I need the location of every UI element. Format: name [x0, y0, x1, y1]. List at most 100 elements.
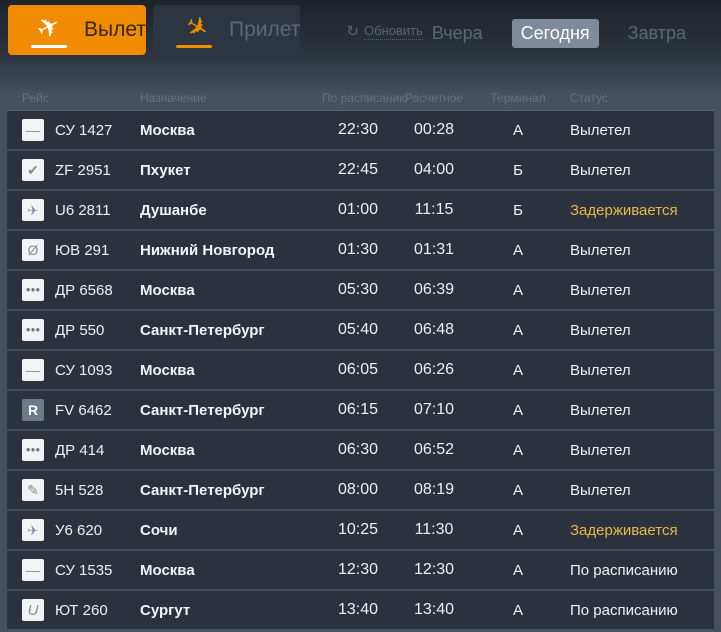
column-header-1: Назначение: [140, 91, 322, 105]
airline-logo-icon: —: [22, 559, 44, 581]
terminal: А: [474, 242, 562, 259]
table-row: ✈ У6 620 Сочи 10:25 11:30 А Задерживаетс…: [7, 511, 714, 549]
date-tab-0[interactable]: Вчера: [423, 19, 492, 48]
flight-number: FV 6462: [55, 402, 112, 419]
flight-number: ЮВ 291: [55, 242, 109, 259]
scheduled-time: 22:30: [322, 121, 394, 139]
terminal: А: [474, 322, 562, 339]
date-tab-1[interactable]: Сегодня: [512, 19, 599, 48]
table-row: ✎ 5Н 528 Санкт-Петербург 08:00 08:19 А В…: [7, 471, 714, 509]
status: Вылетел: [562, 162, 706, 179]
terminal: А: [474, 522, 562, 539]
destination: Москва: [140, 282, 322, 299]
scheduled-time: 06:05: [322, 361, 394, 379]
destination: Санкт-Петербург: [140, 482, 322, 499]
flight-board: ✈ Вылет ✈ Прилет ↻ Обновить Вчера Сегодня…: [0, 0, 721, 632]
table-row: ●●● ДР 550 Санкт-Петербург 05:40 06:48 А…: [7, 311, 714, 349]
scheduled-time: 12:30: [322, 561, 394, 579]
airline-logo-icon: —: [22, 359, 44, 381]
estimated-time: 01:31: [394, 241, 474, 259]
status: Вылетел: [562, 242, 706, 259]
refresh-icon: ↻: [346, 24, 359, 39]
status: По расписанию: [562, 562, 706, 579]
refresh-label: Обновить: [364, 23, 423, 40]
airline-logo-icon: ✔: [22, 159, 44, 181]
flight-rows: — СУ 1427 Москва 22:30 00:28 А Вылетел ✔…: [7, 110, 714, 632]
airline-logo-icon: Ø: [22, 239, 44, 261]
column-header-3: Расчетное: [394, 91, 474, 105]
terminal: А: [474, 402, 562, 419]
flight-number: 5Н 528: [55, 482, 103, 499]
destination: Нижний Новгород: [140, 242, 322, 259]
flight-cell: ●●● ДР 6568: [22, 279, 140, 301]
flight-cell: U ЮТ 260: [22, 599, 140, 621]
column-header-2: По расписанию: [322, 91, 394, 105]
table-row: ●●● ДР 6568 Москва 05:30 06:39 А Вылетел: [7, 271, 714, 309]
arrival-plane-icon: ✈: [175, 11, 215, 49]
flight-cell: ✔ ZF 2951: [22, 159, 140, 181]
terminal: А: [474, 282, 562, 299]
tab-arrivals[interactable]: ✈ Прилет: [153, 5, 300, 55]
estimated-time: 08:19: [394, 481, 474, 499]
scheduled-time: 01:30: [322, 241, 394, 259]
terminal: А: [474, 602, 562, 619]
destination: Москва: [140, 362, 322, 379]
flight-number: ДР 550: [55, 322, 104, 339]
table-row: Ø ЮВ 291 Нижний Новгород 01:30 01:31 А В…: [7, 231, 714, 269]
estimated-time: 11:30: [394, 521, 474, 539]
table-row: R FV 6462 Санкт-Петербург 06:15 07:10 А …: [7, 391, 714, 429]
estimated-time: 12:30: [394, 561, 474, 579]
terminal: А: [474, 442, 562, 459]
scheduled-time: 05:30: [322, 281, 394, 299]
estimated-time: 06:52: [394, 441, 474, 459]
status: Вылетел: [562, 322, 706, 339]
flight-number: ZF 2951: [55, 162, 111, 179]
date-tab-2[interactable]: Завтра: [619, 19, 695, 48]
column-header-4: Терминал: [474, 91, 562, 105]
terminal: А: [474, 362, 562, 379]
flight-cell: — СУ 1093: [22, 359, 140, 381]
flight-cell: ●●● ДР 550: [22, 319, 140, 341]
departure-plane-icon: ✈: [30, 11, 70, 49]
flight-number: ЮТ 260: [55, 602, 108, 619]
estimated-time: 06:26: [394, 361, 474, 379]
status: Вылетел: [562, 122, 706, 139]
date-switcher: Вчера Сегодня Завтра: [423, 19, 695, 48]
scheduled-time: 08:00: [322, 481, 394, 499]
flight-cell: — СУ 1535: [22, 559, 140, 581]
tab-departures-label: Вылет: [84, 18, 146, 42]
status: Вылетел: [562, 282, 706, 299]
airline-logo-icon: ●●●: [22, 439, 44, 461]
airline-logo-icon: ✈: [22, 519, 44, 541]
airline-logo-icon: —: [22, 119, 44, 141]
table-row: — СУ 1093 Москва 06:05 06:26 А Вылетел: [7, 351, 714, 389]
scheduled-time: 10:25: [322, 521, 394, 539]
terminal: Б: [474, 162, 562, 179]
destination: Сочи: [140, 522, 322, 539]
status: Вылетел: [562, 362, 706, 379]
table-row: ✈ U6 2811 Душанбе 01:00 11:15 Б Задержив…: [7, 191, 714, 229]
airline-logo-icon: ●●●: [22, 279, 44, 301]
destination: Сургут: [140, 602, 322, 619]
flight-cell: ✈ У6 620: [22, 519, 140, 541]
status: По расписанию: [562, 602, 706, 619]
status: Задерживается: [562, 522, 706, 539]
table-row: — СУ 1427 Москва 22:30 00:28 А Вылетел: [7, 111, 714, 149]
status: Вылетел: [562, 482, 706, 499]
column-header-5: Статус: [562, 91, 706, 105]
tab-departures[interactable]: ✈ Вылет: [8, 5, 146, 55]
table-row: ●●● ДР 414 Москва 06:30 06:52 А Вылетел: [7, 431, 714, 469]
status: Вылетел: [562, 402, 706, 419]
airline-logo-icon: ●●●: [22, 319, 44, 341]
flight-number: ДР 414: [55, 442, 104, 459]
scheduled-time: 22:45: [322, 161, 394, 179]
terminal: А: [474, 122, 562, 139]
table-row: — СУ 1535 Москва 12:30 12:30 А По распис…: [7, 551, 714, 589]
flight-cell: ●●● ДР 414: [22, 439, 140, 461]
scheduled-time: 06:15: [322, 401, 394, 419]
flight-number: СУ 1093: [55, 362, 112, 379]
column-headers: РейсНазначениеПо расписаниюРасчетноеТерм…: [7, 60, 714, 110]
refresh-button[interactable]: ↻ Обновить: [346, 23, 422, 40]
destination: Москва: [140, 562, 322, 579]
estimated-time: 06:48: [394, 321, 474, 339]
